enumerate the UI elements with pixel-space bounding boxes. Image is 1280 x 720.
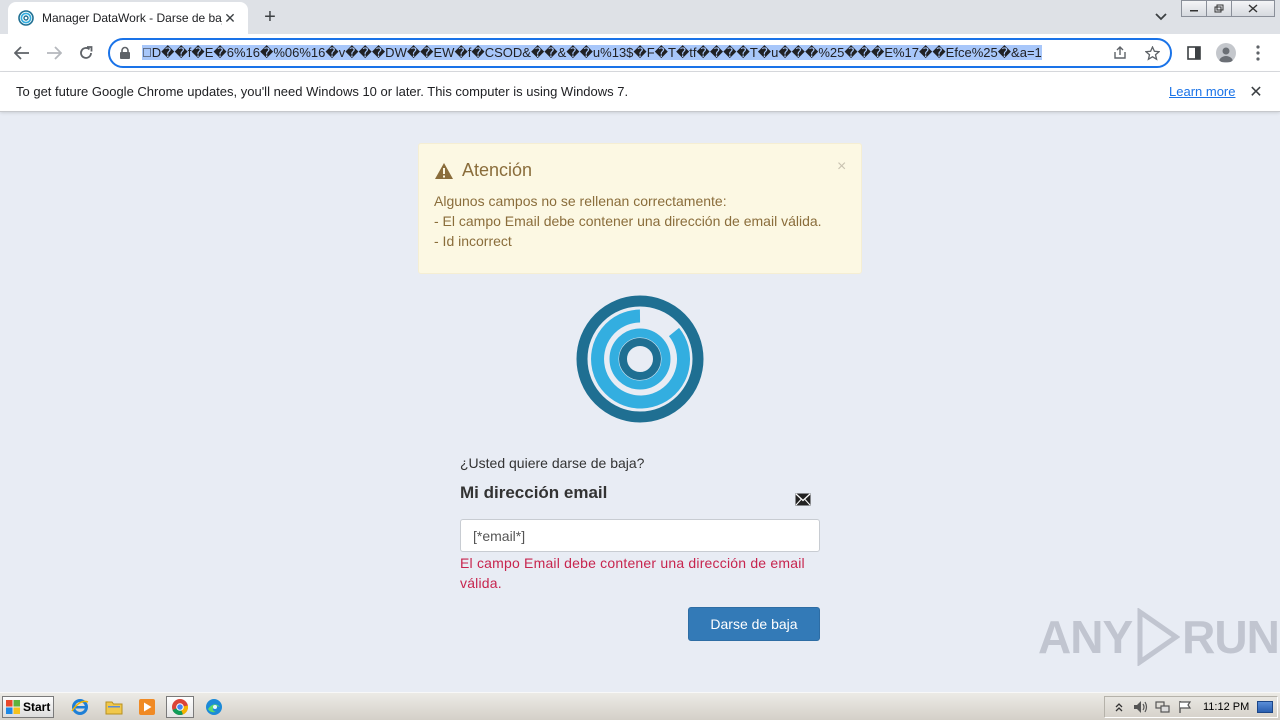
envelope-icon — [795, 493, 811, 506]
system-tray: 11:12 PM — [1104, 696, 1278, 718]
window-controls — [1181, 0, 1275, 18]
learn-more-link[interactable]: Learn more — [1169, 84, 1235, 99]
unsubscribe-button[interactable]: Darse de baja — [688, 607, 820, 641]
minimize-icon[interactable] — [1181, 0, 1207, 17]
restore-icon[interactable] — [1206, 0, 1232, 17]
email-error-message: El campo Email debe contener una direcci… — [460, 555, 805, 591]
media-player-icon[interactable] — [133, 696, 161, 718]
url-text[interactable]:  D��f�E�6%16�%06%16�v���DW��EW�f�CSOD&��… — [142, 45, 1098, 61]
back-arrow-icon[interactable] — [10, 41, 34, 65]
lock-icon[interactable] — [118, 46, 132, 60]
show-desktop-icon[interactable] — [1257, 701, 1274, 713]
watermark-text-right: RUN — [1182, 611, 1280, 663]
alert-close-icon[interactable]: × — [837, 158, 846, 176]
start-label: Start — [23, 700, 51, 714]
warning-alert: Atención × Algunos campos no se rellenan… — [418, 143, 862, 274]
alert-title: Atención — [462, 160, 533, 180]
watermark-text-left: ANY — [1038, 611, 1133, 663]
action-center-flag-icon[interactable] — [1177, 700, 1193, 714]
windows-taskbar: Start 11:12 PM — [0, 692, 1280, 720]
side-panel-icon[interactable] — [1182, 41, 1206, 65]
menu-kebab-icon[interactable] — [1246, 41, 1270, 65]
reload-icon[interactable] — [74, 41, 98, 65]
update-infobar: To get future Google Chrome updates, you… — [0, 72, 1280, 112]
window-close-icon[interactable] — [1231, 0, 1275, 17]
new-tab-icon[interactable]: + — [258, 5, 282, 29]
tab-title: Manager DataWork - Darse de baja — [42, 11, 222, 25]
start-button[interactable]: Start — [2, 696, 54, 718]
windows-logo-icon — [6, 700, 20, 714]
internet-explorer-icon[interactable] — [66, 696, 94, 718]
anyrun-watermark: ANY RUN — [1038, 608, 1280, 666]
alert-body: Algunos campos no se rellenan correctame… — [434, 191, 822, 251]
warning-triangle-icon — [435, 162, 453, 179]
network-icon[interactable] — [1155, 700, 1171, 714]
tray-expand-arrow-icon[interactable] — [1111, 700, 1127, 714]
address-bar[interactable]:  D��f�E�6%16�%06%16�v���DW��EW�f�CSOD&��… — [108, 38, 1172, 68]
bookmark-star-icon[interactable] — [1142, 43, 1162, 63]
forward-arrow-icon[interactable] — [42, 41, 66, 65]
taskbar-clock[interactable]: 11:12 PM — [1203, 701, 1249, 713]
infobar-message: To get future Google Chrome updates, you… — [16, 84, 629, 99]
infobar-close-icon[interactable]: ✕ — [1246, 82, 1266, 102]
file-explorer-icon[interactable] — [100, 696, 128, 718]
chrome-taskbar-icon[interactable] — [166, 696, 194, 718]
alert-line: - El campo Email debe contener una direc… — [434, 213, 822, 229]
share-icon[interactable] — [1110, 43, 1130, 63]
email-field-label: Mi dirección email — [460, 483, 608, 502]
browser-toolbar:  D��f�E�6%16�%06%16�v���DW��EW�f�CSOD&��… — [0, 34, 1280, 72]
unsubscribe-question: ¿Usted quiere darse de baja? — [460, 455, 645, 471]
datawork-logo-icon — [576, 295, 704, 423]
datawork-favicon-icon — [18, 10, 34, 26]
play-triangle-icon — [1137, 608, 1181, 666]
alert-line: - Id incorrect — [434, 233, 512, 249]
tab-search-chevron-icon[interactable] — [1150, 6, 1172, 28]
alert-header: Atención — [434, 160, 532, 181]
edge-icon[interactable] — [200, 696, 228, 718]
volume-icon[interactable] — [1133, 700, 1149, 714]
profile-avatar-icon[interactable] — [1214, 41, 1238, 65]
tab-close-icon[interactable]: ✕ — [222, 10, 238, 26]
tab-strip: Manager DataWork - Darse de baja ✕ + — [0, 0, 1280, 34]
alert-line: Algunos campos no se rellenan correctame… — [434, 193, 727, 209]
email-input[interactable] — [460, 519, 820, 552]
browser-tab[interactable]: Manager DataWork - Darse de baja ✕ — [8, 2, 248, 34]
